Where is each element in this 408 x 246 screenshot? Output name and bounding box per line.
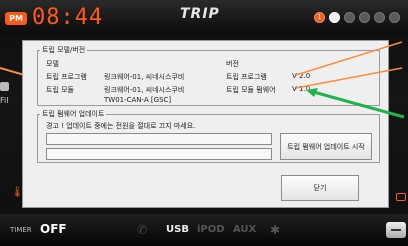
minimize-button[interactable] xyxy=(386,222,406,238)
source-usb[interactable]: USB xyxy=(166,224,189,235)
callout-line-version xyxy=(295,41,403,76)
timer-value[interactable]: OFF xyxy=(40,222,67,236)
source-ipod[interactable]: iPOD xyxy=(197,224,225,235)
timer-label: TIMER xyxy=(10,226,32,234)
bottom-bar: TIMER OFF ✆ USB iPOD AUX ✱ xyxy=(0,214,408,246)
source-aux[interactable]: AUX xyxy=(233,224,256,235)
callout-overlay xyxy=(295,41,405,119)
callout-line-firmware xyxy=(295,67,403,89)
head-unit-screen: PM 08:44 TRIP 1 Fil 🌡 트립 모델/버전 모델 버전 트립 … xyxy=(0,0,408,246)
callout-arrow-green xyxy=(309,89,405,119)
phone-icon[interactable]: ✆ xyxy=(137,223,147,237)
bluetooth-icon[interactable]: ✱ xyxy=(270,223,280,237)
